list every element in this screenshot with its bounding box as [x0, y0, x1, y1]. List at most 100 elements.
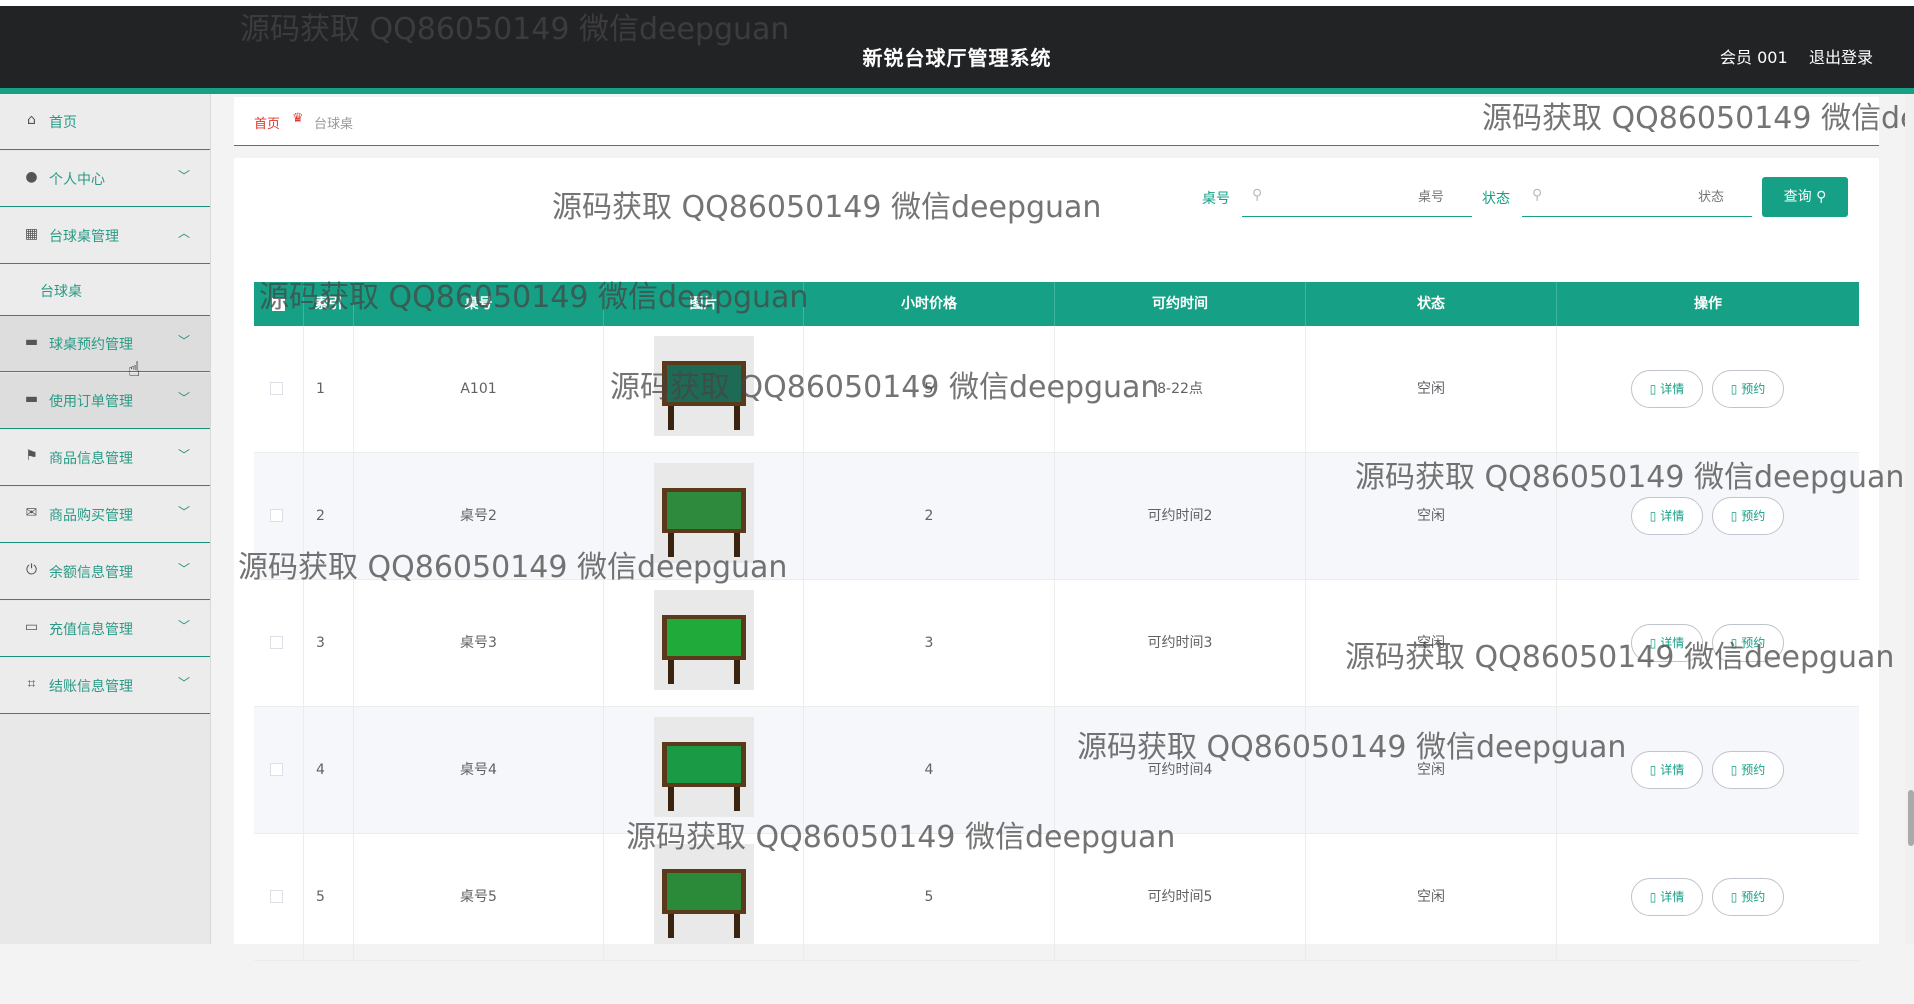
sidebar-item-label: 个人中心 [49, 172, 105, 188]
detail-button-label: 详情 [1660, 763, 1685, 777]
cell-status: 空闲 [1306, 326, 1557, 453]
reserve-button[interactable]: ▯ 预约 [1712, 751, 1784, 789]
cell-image [604, 707, 804, 834]
sidebar-item-label: 使用订单管理 [49, 394, 133, 410]
document-icon: ▯ [1730, 636, 1738, 650]
flag-icon: ⚑ [25, 448, 38, 464]
sidebar-item-balance[interactable]: ⏻ 余额信息管理 ﹀ [0, 544, 210, 600]
cell-image [604, 326, 804, 453]
sidebar-item-purchase[interactable]: ✉ 商品购买管理 ﹀ [0, 487, 210, 543]
row-checkbox[interactable] [270, 763, 283, 776]
select-all-checkbox[interactable] [272, 297, 285, 311]
status-search[interactable]: ⚲ [1522, 177, 1752, 217]
breadcrumb-current: 台球桌 [314, 117, 354, 132]
app-header: 新锐台球厅管理系统 会员 001 退出登录 [0, 6, 1914, 88]
billiard-table-image [654, 590, 754, 690]
cell-status: 空闲 [1306, 580, 1557, 707]
cell-time: 可约时间5 [1055, 834, 1306, 961]
table-no-search[interactable]: ⚲ [1242, 177, 1472, 217]
table-no-label: 桌号 [1202, 191, 1230, 207]
col-header-image: 图片 [604, 282, 804, 326]
sidebar-subitem-table[interactable]: 台球桌 [0, 264, 210, 316]
reserve-button-label: 预约 [1741, 763, 1766, 777]
cell-actions: ▯ 详情 ▯ 预约 [1557, 834, 1859, 961]
detail-button-label: 详情 [1660, 509, 1685, 523]
cell-table-no: 桌号2 [354, 453, 604, 580]
reserve-button-label: 预约 [1741, 890, 1766, 904]
select-all-cell[interactable] [254, 282, 304, 326]
chevron-down-icon: ﹀ [178, 505, 191, 519]
status-input[interactable] [1552, 185, 1726, 209]
sidebar-item-table-mgmt[interactable]: ▦ 台球桌管理 ︿ [0, 208, 210, 264]
breadcrumb-home[interactable]: 首页 [254, 113, 280, 132]
row-select-cell [254, 326, 304, 453]
billiard-table-image [654, 336, 754, 436]
col-header-table-no: 桌号 [354, 282, 604, 326]
search-button[interactable]: 查询 ⚲ [1762, 177, 1848, 217]
cell-index: 5 [304, 834, 354, 961]
sidebar-item-recharge[interactable]: ▭ 充值信息管理 ﹀ [0, 601, 210, 657]
row-checkbox[interactable] [270, 509, 283, 522]
reserve-button[interactable]: ▯ 预约 [1712, 624, 1784, 662]
col-header-status: 状态 [1306, 282, 1557, 326]
mail-icon: ✉ [25, 505, 38, 521]
crop-icon: ⌗ [27, 676, 36, 692]
detail-button[interactable]: ▯ 详情 [1631, 624, 1703, 662]
col-header-index: 索引 [304, 282, 354, 326]
billiard-table-image [654, 717, 754, 817]
scrollbar-thumb[interactable] [1908, 790, 1914, 846]
cell-price: 4 [804, 707, 1055, 834]
reserve-button[interactable]: ▯ 预约 [1712, 370, 1784, 408]
sidebar-item-goods[interactable]: ⚑ 商品信息管理 ﹀ [0, 430, 210, 486]
row-checkbox[interactable] [270, 382, 283, 395]
document-icon: ▯ [1649, 890, 1657, 904]
sidebar-item-home[interactable]: ⌂ 首页 [0, 94, 210, 150]
document-icon: ▯ [1730, 890, 1738, 904]
document-icon: ▯ [1649, 382, 1657, 396]
cell-status: 空闲 [1306, 834, 1557, 961]
detail-button[interactable]: ▯ 详情 [1631, 370, 1703, 408]
document-icon: ▯ [1649, 763, 1657, 777]
table-icon: ▬ [24, 334, 39, 350]
cell-actions: ▯ 详情 ▯ 预约 [1557, 707, 1859, 834]
sidebar-item-profile[interactable]: ● 个人中心 ﹀ [0, 151, 210, 207]
table-no-input[interactable] [1272, 185, 1446, 209]
power-icon: ⏻ [25, 562, 38, 578]
row-checkbox[interactable] [270, 890, 283, 903]
billiard-table-image [654, 844, 754, 944]
sidebar-item-label: 商品购买管理 [49, 508, 133, 524]
cell-status: 空闲 [1306, 707, 1557, 834]
sidebar-item-checkout[interactable]: ⌗ 结账信息管理 ﹀ [0, 658, 210, 714]
detail-button[interactable]: ▯ 详情 [1631, 878, 1703, 916]
detail-button[interactable]: ▯ 详情 [1631, 751, 1703, 789]
user-name: 会员 001 [1720, 48, 1788, 67]
table-row: 4 桌号4 4 可约时间4 空闲 ▯ 详情 ▯ 预约 [254, 707, 1859, 834]
row-select-cell [254, 707, 304, 834]
col-header-price: 小时价格 [804, 282, 1055, 326]
cell-index: 3 [304, 580, 354, 707]
sidebar-item-orders[interactable]: ▬ 使用订单管理 ﹀ [0, 373, 210, 429]
detail-button-label: 详情 [1660, 382, 1685, 396]
cell-time: 8-22点 [1055, 326, 1306, 453]
reserve-button-label: 预约 [1741, 382, 1766, 396]
cell-table-no: A101 [354, 326, 604, 453]
logout-link[interactable]: 退出登录 [1809, 44, 1873, 68]
sidebar-subitem-label: 台球桌 [40, 284, 82, 300]
cell-index: 2 [304, 453, 354, 580]
chevron-down-icon: ﹀ [178, 169, 191, 183]
cell-price: 2 [804, 453, 1055, 580]
search-button-label: 查询 [1783, 189, 1812, 205]
reserve-button[interactable]: ▯ 预约 [1712, 878, 1784, 916]
row-checkbox[interactable] [270, 636, 283, 649]
detail-button[interactable]: ▯ 详情 [1631, 497, 1703, 535]
document-icon: ▯ [1649, 636, 1657, 650]
cell-image [604, 453, 804, 580]
cell-time: 可约时间4 [1055, 707, 1306, 834]
sidebar-item-label: 结账信息管理 [49, 679, 133, 695]
reserve-button[interactable]: ▯ 预约 [1712, 497, 1784, 535]
reserve-button-label: 预约 [1741, 636, 1766, 650]
cell-actions: ▯ 详情 ▯ 预约 [1557, 326, 1859, 453]
cell-table-no: 桌号3 [354, 580, 604, 707]
sidebar-item-reservation[interactable]: ▬ 球桌预约管理 ﹀ [0, 316, 210, 372]
breadcrumb: 首页 ♛ 台球桌 [234, 97, 1879, 146]
